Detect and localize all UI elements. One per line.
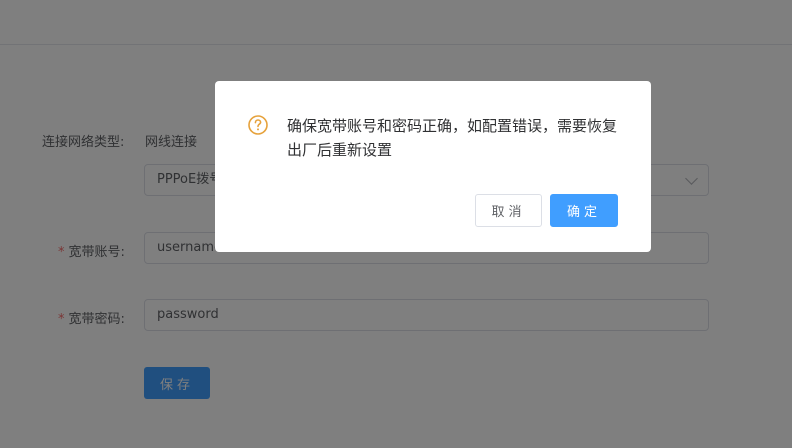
confirm-dialog: 确保宽带账号和密码正确，如配置错误，需要恢复出厂后重新设置 取消 确定 — [215, 81, 651, 252]
question-circle-icon — [248, 115, 268, 135]
dialog-message: 确保宽带账号和密码正确，如配置错误，需要恢复出厂后重新设置 — [287, 117, 618, 159]
confirm-button[interactable]: 确定 — [550, 194, 618, 227]
cancel-button[interactable]: 取消 — [475, 194, 542, 227]
